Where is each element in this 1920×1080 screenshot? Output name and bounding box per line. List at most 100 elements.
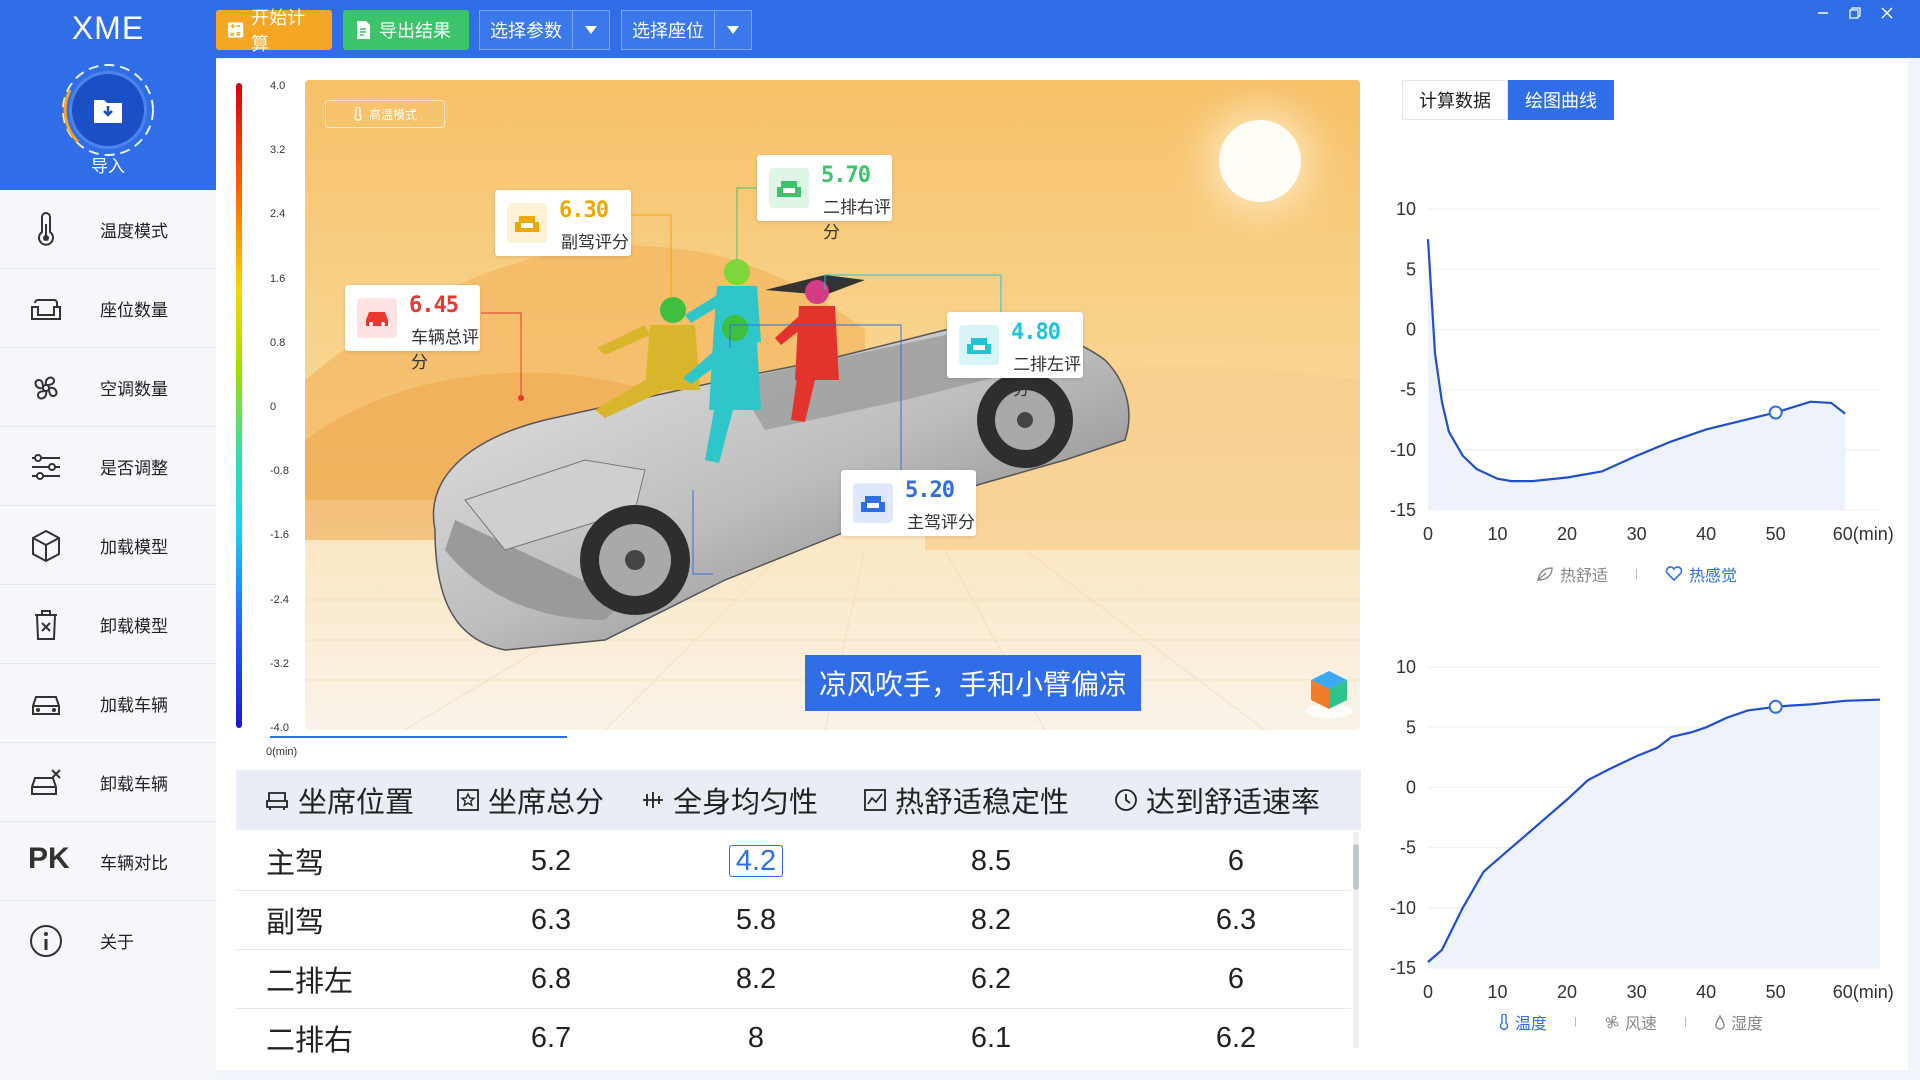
y-tick-label: 5 [1406, 717, 1416, 737]
comfort-feedback-label: 凉风吹手，手和小臂偏凉 [805, 655, 1142, 711]
x-tick-label: 40 [1696, 524, 1716, 544]
table-row[interactable]: 二排右 6.7 8 6.1 6.2 [236, 1009, 1351, 1067]
current-time-marker [1768, 699, 1783, 714]
close-icon[interactable] [1876, 6, 1898, 26]
thermometer-icon [1499, 1014, 1509, 1030]
editing-cell-value[interactable]: 4.2 [728, 845, 784, 877]
table-cell: 8.2 [735, 962, 777, 995]
timeline-progress[interactable] [270, 736, 567, 738]
table-cell: 8.5 [970, 844, 1012, 877]
table-row[interactable]: 副驾 6.3 5.8 8.2 6.3 [236, 891, 1351, 950]
leaf-icon [1537, 567, 1553, 581]
fan-icon [34, 376, 58, 400]
color-scale-tick: 4.0 [270, 80, 286, 92]
export-results-button[interactable]: 导出结果 [343, 10, 469, 50]
sidebar: 温度模式 座位数量 空调数量 是否调整 加载模型 卸载模型 加载车辆 卸载车辆 … [0, 190, 216, 1080]
param-select[interactable]: 选择参数 [479, 10, 610, 50]
fan-icon [1605, 1015, 1619, 1029]
seat-icon [507, 203, 547, 243]
table-cell: 6.1 [970, 1021, 1012, 1054]
score-value: 6.30 [559, 198, 609, 223]
table-scroll-thumb[interactable] [1353, 844, 1359, 890]
x-tick-label: 60(min) [1833, 982, 1894, 1002]
sidebar-item-label: 关于 [100, 933, 134, 952]
legend-item-wind-speed[interactable]: 风速 [1604, 1010, 1657, 1034]
table-cell: 6.3 [1215, 903, 1257, 936]
table-cell: 6.3 [530, 903, 572, 936]
sidebar-item-unload-model[interactable]: 卸载模型 [0, 585, 216, 664]
legend-separator [1685, 1017, 1687, 1027]
legend-item-humidity[interactable]: 湿度 [1714, 1010, 1763, 1034]
column-header-label: 坐席总分 [488, 787, 605, 819]
series-area [1428, 699, 1880, 968]
score-label: 二排右评分 [823, 198, 891, 242]
seat-icon [853, 483, 893, 523]
seat-icon [266, 792, 288, 810]
color-scale-tick: 3.2 [270, 144, 286, 157]
column-header-seat[interactable]: 坐席位置 [264, 770, 414, 830]
chart-box-icon [864, 789, 886, 811]
tab-calc-data[interactable]: 计算数据 [1402, 80, 1508, 120]
sidebar-item-ac-count[interactable]: 空调数量 [0, 348, 216, 427]
start-calc-label: 开始计算 [251, 8, 306, 54]
color-scale-tick: -3.2 [270, 657, 289, 670]
color-scale-tick: 0 [270, 401, 277, 413]
y-tick-label: 10 [1396, 657, 1416, 677]
minimize-icon[interactable] [1812, 6, 1834, 26]
calculator-icon [227, 22, 244, 38]
table-cell-editable[interactable]: 4.2 [646, 832, 866, 890]
restore-icon[interactable] [1844, 6, 1866, 26]
score-card-driver[interactable]: 5.20 主驾评分 [841, 470, 976, 536]
table-cell: 6.2 [1215, 1021, 1257, 1054]
column-header-comfort-rate[interactable]: 达到舒适速率 [1114, 770, 1320, 830]
sidebar-item-seat-count[interactable]: 座位数量 [0, 269, 216, 348]
column-header-total-score[interactable]: 坐席总分 [456, 770, 604, 830]
legend-item-thermal-comfort[interactable]: 热舒适 [1536, 562, 1608, 586]
timeline-label: 0(min) [266, 746, 298, 758]
sidebar-item-temperature-mode[interactable]: 温度模式 [0, 190, 216, 269]
legend-item-thermal-sensation[interactable]: 热感觉 [1665, 562, 1737, 586]
table-row[interactable]: 主驾 5.2 4.2 8.5 6 [236, 832, 1351, 891]
cube-icon [32, 529, 60, 563]
seat-select[interactable]: 选择座位 [621, 10, 752, 50]
chart-legend-top: 热舒适 热感觉 [1536, 562, 1737, 586]
import-label: 导入 [91, 157, 125, 176]
sidebar-item-about[interactable]: 关于 [0, 901, 216, 979]
y-tick-label: 10 [1396, 199, 1416, 219]
view-cube-icon[interactable] [1301, 665, 1357, 719]
x-tick-label: 20 [1557, 524, 1577, 544]
legend-item-temperature[interactable]: 温度 [1498, 1010, 1547, 1034]
sidebar-item-load-vehicle[interactable]: 加载车辆 [0, 664, 216, 743]
score-card-rear-right[interactable]: 5.70 二排右评分 [757, 155, 892, 242]
temperature-chart[interactable]: 1050-5-10-150 10 20 30 40 50 60(min) [1380, 618, 1900, 1008]
start-calc-button[interactable]: 开始计算 [216, 8, 332, 54]
sidebar-item-label: 座位数量 [100, 301, 168, 320]
sidebar-item-label: 温度模式 [100, 222, 168, 241]
sidebar-item-label: 是否调整 [100, 459, 168, 478]
uniformity-icon [643, 792, 663, 808]
import-button[interactable] [72, 74, 144, 146]
seat-select-value: 选择座位 [632, 21, 704, 41]
x-tick-label: 40 [1696, 982, 1716, 1002]
table-row[interactable]: 二排左 6.8 8.2 6.2 6 [236, 950, 1351, 1009]
sidebar-item-adjust[interactable]: 是否调整 [0, 427, 216, 506]
score-label: 副驾评分 [561, 233, 629, 252]
score-card-passenger[interactable]: 6.30 副驾评分 [495, 190, 631, 256]
legend-label: 温度 [1515, 1016, 1548, 1033]
y-tick-label: -10 [1390, 898, 1416, 918]
sidebar-item-label: 卸载模型 [100, 617, 168, 636]
thermal-sensation-chart[interactable]: 1050-5-10-150 10 20 30 40 50 60(min) [1380, 160, 1900, 550]
column-header-uniformity[interactable]: 全身均匀性 [641, 770, 818, 830]
sidebar-item-load-model[interactable]: 加载模型 [0, 506, 216, 585]
car-remove-icon [31, 769, 61, 795]
column-header-stability[interactable]: 热舒适稳定性 [863, 770, 1069, 830]
sidebar-item-unload-vehicle[interactable]: 卸载车辆 [0, 743, 216, 822]
score-card-rear-left[interactable]: 4.80 二排左评分 [947, 312, 1083, 399]
score-card-total[interactable]: 6.45 车辆总评分 [345, 285, 480, 372]
x-tick-label: 10 [1488, 982, 1508, 1002]
sidebar-item-label: 车辆对比 [100, 854, 168, 873]
vehicle-scene-viewport[interactable]: 高温模式 6.45 车辆总评分 6.30 副驾评分 5.70 二排右评分 4.8… [305, 80, 1360, 730]
sidebar-item-vehicle-compare[interactable]: PK 车辆对比 [0, 822, 216, 901]
tab-plot-curves[interactable]: 绘图曲线 [1508, 80, 1614, 120]
legend-label: 风速 [1625, 1016, 1658, 1033]
